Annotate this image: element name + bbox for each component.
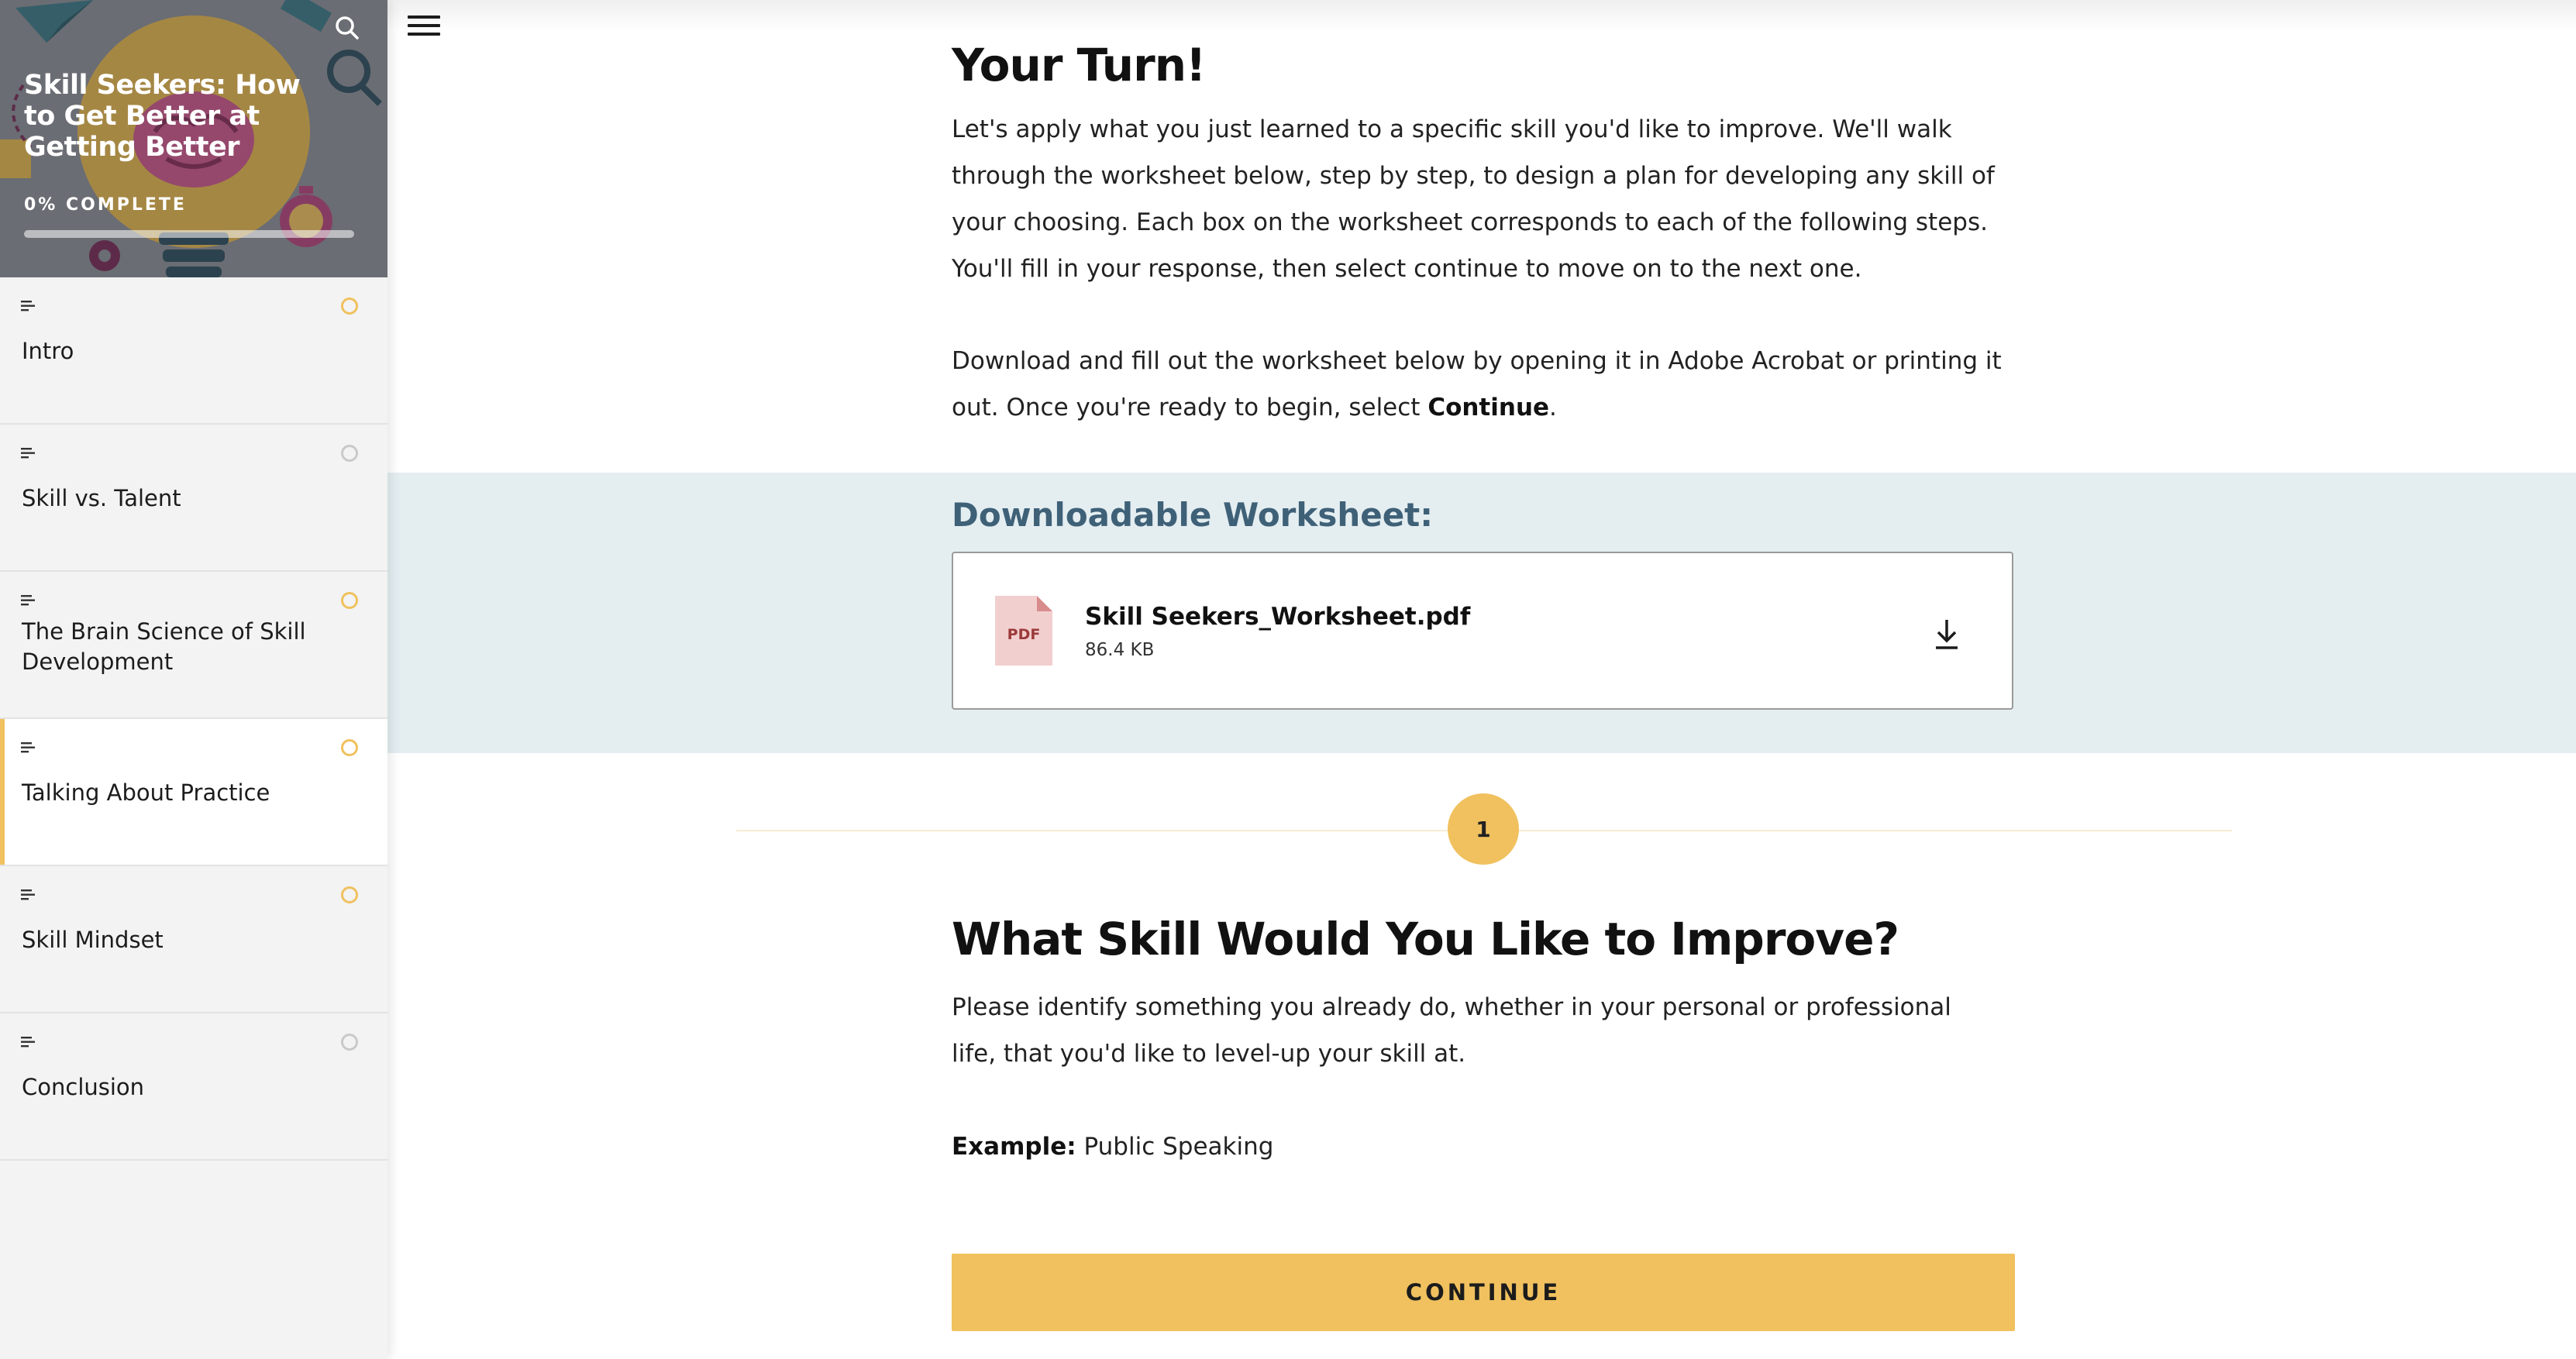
lesson-item-intro[interactable]: Intro (0, 277, 387, 425)
lesson-label: Intro (22, 338, 74, 364)
example-value: Public Speaking (1076, 1133, 1274, 1161)
download-icon (1936, 620, 1958, 649)
worksheet-attachment[interactable]: PDF Skill Seekers_Worksheet.pdf 86.4 KB (952, 552, 2013, 710)
continue-button[interactable]: CONTINUE (952, 1254, 2015, 1331)
status-circle-icon (341, 592, 358, 609)
lesson-item-talking-about-practice[interactable]: Talking About Practice (0, 719, 387, 866)
lesson-list: Intro Skill vs. Talent The Brain Science… (0, 277, 387, 1161)
text-lines-icon (21, 301, 35, 311)
status-circle-icon (341, 298, 358, 315)
progress-label: 0% COMPLETE (24, 195, 187, 215)
course-cover: Skill Seekers: How to Get Better at Gett… (0, 0, 387, 277)
lesson-item-skill-mindset[interactable]: Skill Mindset (0, 866, 387, 1013)
lesson-label: The Brain Science of Skill Development (22, 618, 306, 675)
text-lines-icon (21, 595, 35, 606)
example-label: Example: (952, 1133, 1076, 1161)
step-heading: What Skill Would You Like to Improve? (952, 913, 1899, 965)
file-size: 86.4 KB (1085, 640, 1155, 660)
lesson-item-brain-science[interactable]: The Brain Science of Skill Development (0, 572, 387, 719)
hamburger-menu-icon (408, 15, 440, 36)
status-circle-icon (341, 1034, 358, 1051)
lesson-content: Your Turn! Let's apply what you just lea… (387, 0, 2576, 1359)
section-heading: Your Turn! (952, 39, 1206, 91)
text-lines-icon (21, 742, 35, 753)
lesson-item-conclusion[interactable]: Conclusion (0, 1013, 387, 1161)
lesson-item-skill-vs-talent[interactable]: Skill vs. Talent (0, 425, 387, 572)
status-circle-icon (341, 739, 358, 756)
text-lines-icon (21, 889, 35, 900)
lesson-label: Skill Mindset (22, 927, 164, 953)
text-lines-icon (21, 1037, 35, 1048)
intro-paragraph: Let's apply what you just learned to a s… (952, 115, 1995, 283)
top-shadow (387, 0, 2576, 31)
hamburger-menu-button[interactable] (408, 15, 440, 43)
step-description: Please identify something you already do… (952, 993, 1951, 1068)
download-instructions: Download and fill out the worksheet belo… (952, 338, 2015, 431)
course-sidebar: Skill Seekers: How to Get Better at Gett… (0, 0, 387, 1359)
lesson-label: Talking About Practice (22, 779, 270, 806)
status-circle-icon (341, 445, 358, 462)
progress-bar (24, 230, 354, 238)
step-example: Example: Public Speaking (952, 1123, 2015, 1170)
download-button[interactable] (1931, 617, 1962, 651)
file-name: Skill Seekers_Worksheet.pdf (1085, 603, 1471, 631)
search-icon (336, 16, 359, 40)
status-circle-icon (341, 886, 358, 903)
lesson-label: Skill vs. Talent (22, 485, 181, 511)
course-title: Skill Seekers: How to Get Better at Gett… (24, 70, 301, 163)
text-lines-icon (21, 448, 35, 459)
continue-emphasis: Continue (1427, 394, 1550, 421)
pdf-file-icon: PDF (995, 596, 1052, 666)
step-number-badge: 1 (1448, 793, 1519, 865)
worksheet-title: Downloadable Worksheet: (952, 496, 1434, 534)
search-button[interactable] (333, 14, 361, 42)
download-instructions-end: . (1549, 394, 1557, 421)
pdf-badge-text: PDF (1007, 626, 1041, 643)
lesson-label: Conclusion (22, 1074, 145, 1100)
